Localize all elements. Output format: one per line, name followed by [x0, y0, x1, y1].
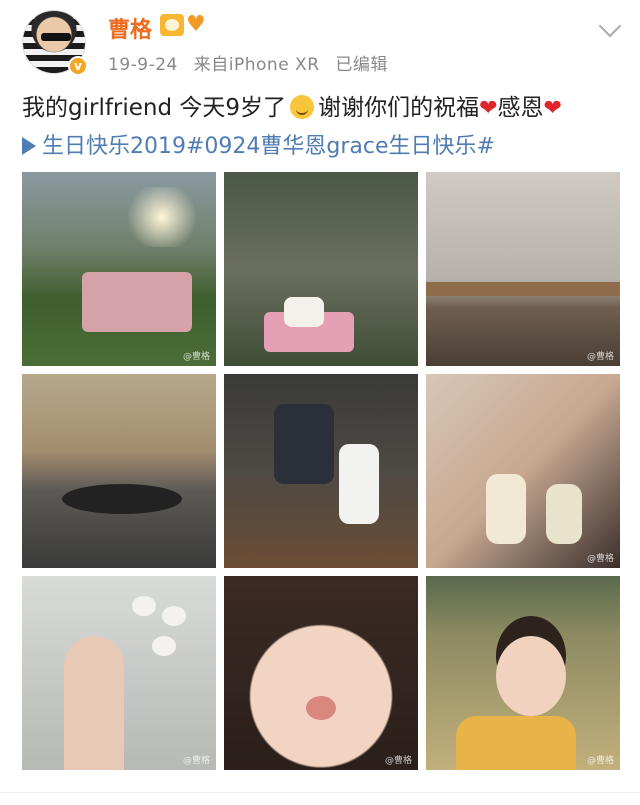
smile-emoji-icon [290, 95, 315, 119]
vip-crown-icon [160, 14, 184, 36]
photo-sofa[interactable]: @曹格 [426, 576, 620, 770]
photo-watermark: @曹格 [586, 352, 614, 362]
post-text-part1: 我的girlfriend 今天9岁了 [22, 95, 287, 121]
post-edited-status: 已编辑 [335, 55, 388, 75]
photo-stairs[interactable] [224, 374, 418, 568]
photo-arms-raised[interactable]: @曹格 [22, 576, 216, 770]
post-meta: 19-9-24 来自iPhone XR 已编辑 [108, 50, 398, 75]
topic-link[interactable]: 生日快乐2019#0924曹华恩grace生日快乐# [22, 128, 495, 160]
photo-watermark: @曹格 [586, 756, 614, 766]
photo-watermark: @曹格 [182, 756, 210, 766]
topic-text[interactable]: 生日快乐2019#0924曹华恩grace生日快乐# [42, 134, 495, 159]
fan-heart-icon: ♥ [186, 12, 206, 37]
post-source: 来自iPhone XR [193, 55, 320, 75]
red-heart-icon: ❤ [479, 96, 498, 121]
photo-birthday-cake[interactable] [224, 172, 418, 366]
photo-watermark: @曹格 [586, 554, 614, 564]
photo-watermark: @曹格 [182, 352, 210, 362]
avatar-glasses [41, 33, 71, 41]
photo-living-room[interactable]: @曹格 [426, 172, 620, 366]
chevron-down-icon[interactable] [598, 14, 622, 38]
photo-balcony-table[interactable] [22, 374, 216, 568]
post-header: v 曹格 ♥ 19-9-24 来自iPhone XR 已编辑 [0, 0, 640, 90]
photo-grid: @曹格 @曹格 @曹格 @曹格 @曹格 @曹格 [22, 172, 620, 770]
play-icon [22, 137, 36, 155]
photo-garden-party[interactable]: @曹格 [22, 172, 216, 366]
photo-pout-face[interactable]: @曹格 [224, 576, 418, 770]
username[interactable]: 曹格 [108, 12, 152, 44]
verified-badge-icon: v [68, 56, 88, 76]
divider [0, 792, 640, 793]
post-text-part3: 感恩 [497, 95, 544, 121]
post-date: 19-9-24 [108, 55, 178, 75]
photo-bottles[interactable]: @曹格 [426, 374, 620, 568]
post-text-part2: 谢谢你们的祝福 [318, 95, 480, 121]
post-text: 我的girlfriend 今天9岁了 谢谢你们的祝福❤感恩❤ [22, 92, 622, 125]
photo-watermark: @曹格 [384, 756, 412, 766]
red-heart-icon: ❤ [543, 96, 562, 121]
